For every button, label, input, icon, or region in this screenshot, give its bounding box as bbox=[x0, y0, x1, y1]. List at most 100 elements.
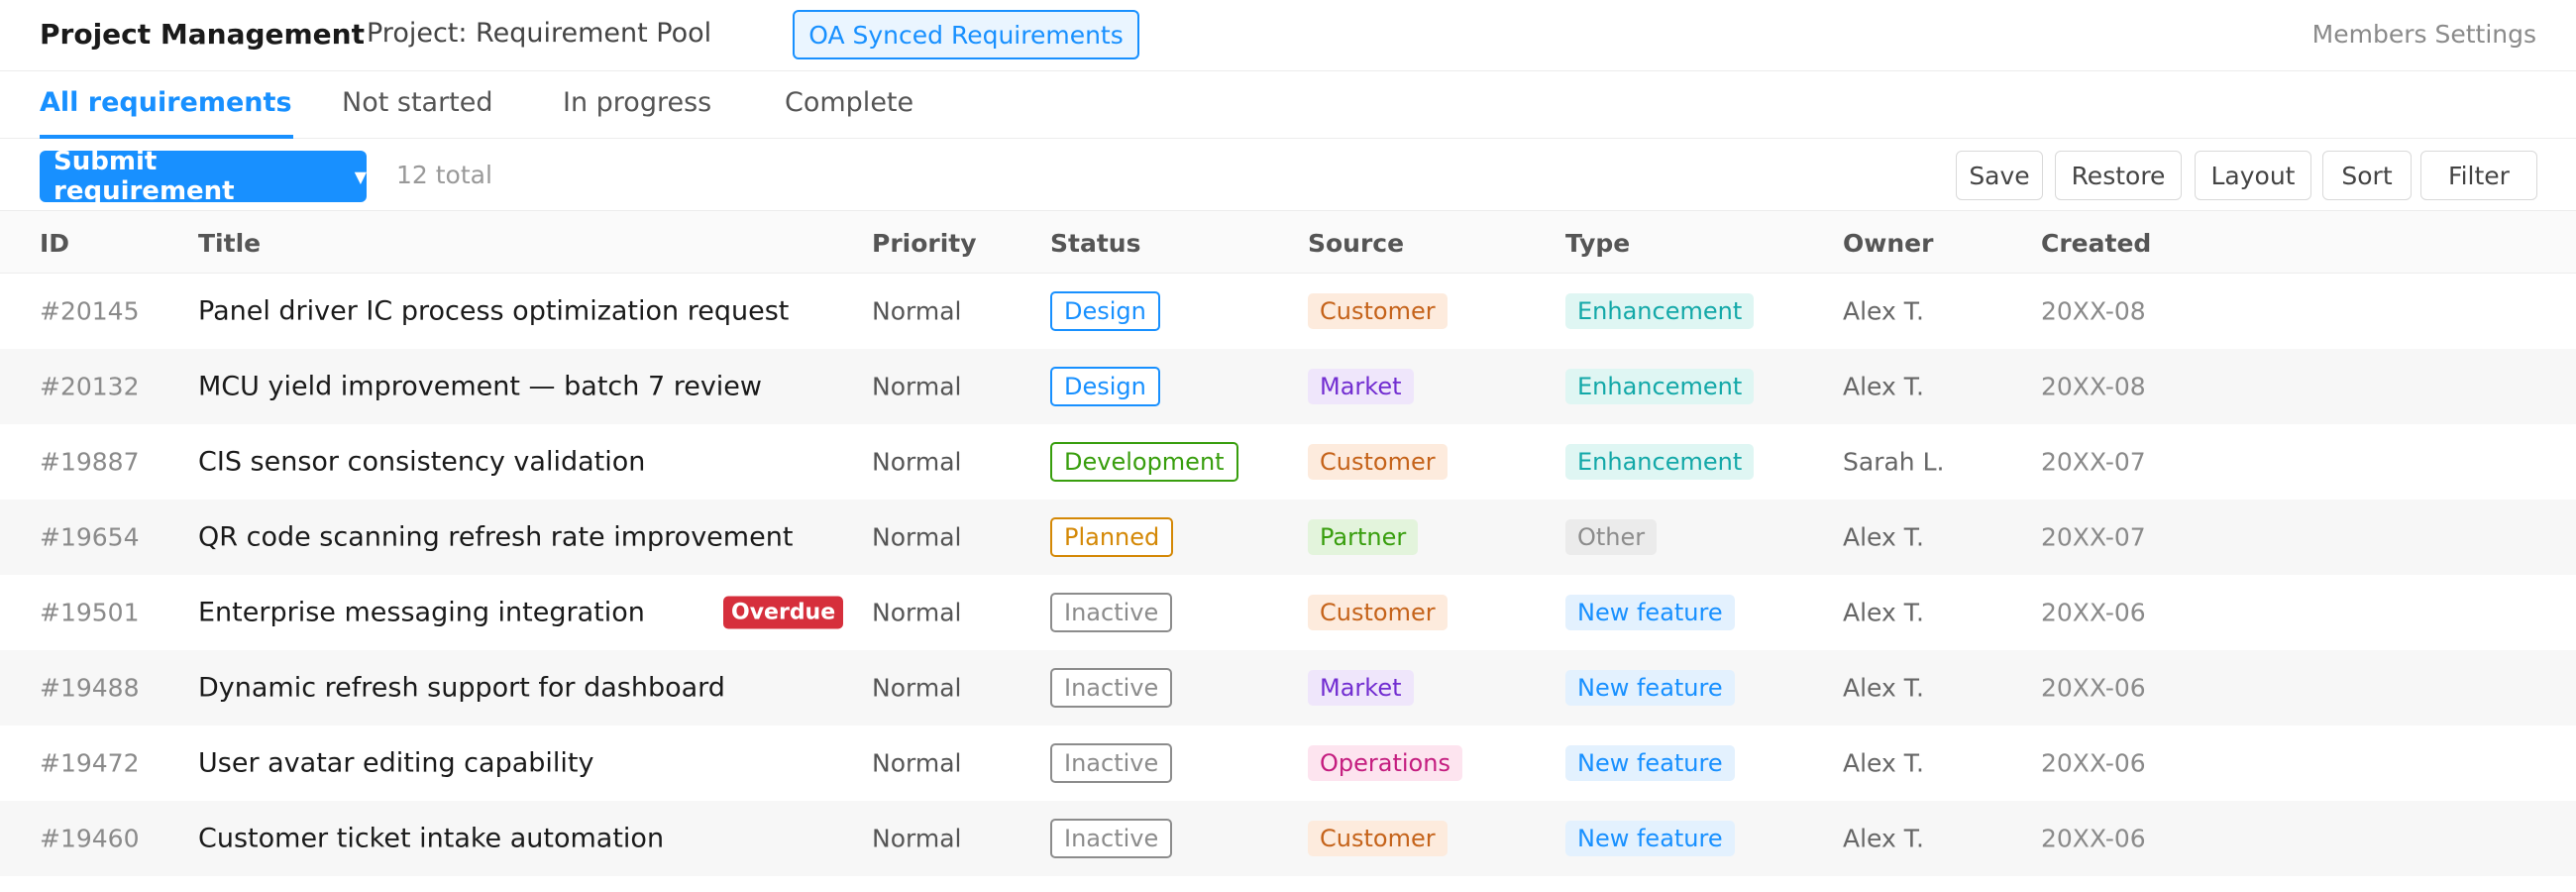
priority-value: Normal bbox=[872, 824, 962, 853]
top-header: Project Management Project: Requirement … bbox=[0, 0, 2576, 71]
status-tag[interactable]: Inactive bbox=[1050, 819, 1173, 858]
requirement-title[interactable]: MCU yield improvement — batch 7 review bbox=[198, 372, 762, 402]
toolbar: Submit requirement ▼ 12 total Save Resto… bbox=[0, 139, 2576, 210]
status-tag[interactable]: Development bbox=[1050, 442, 1238, 482]
restore-button[interactable]: Restore bbox=[2055, 151, 2182, 200]
source-tag: Market bbox=[1308, 369, 1414, 404]
requirement-id[interactable]: #19887 bbox=[40, 448, 139, 477]
column-header-source[interactable]: Source bbox=[1308, 229, 1404, 258]
priority-value: Normal bbox=[872, 598, 962, 627]
requirement-id[interactable]: #19654 bbox=[40, 523, 139, 552]
owner-name[interactable]: Alex T. bbox=[1843, 749, 1924, 778]
type-tag: New feature bbox=[1565, 595, 1735, 630]
requirement-title[interactable]: Dynamic refresh support for dashboard bbox=[198, 673, 725, 704]
priority-value: Normal bbox=[872, 296, 962, 326]
caret-down-icon: ▼ bbox=[354, 167, 367, 186]
overdue-badge: Overdue bbox=[723, 596, 844, 629]
column-header-owner[interactable]: Owner bbox=[1843, 229, 1933, 258]
column-header-title[interactable]: Title bbox=[198, 229, 261, 258]
type-tag: Other bbox=[1565, 519, 1658, 555]
tab-complete[interactable]: Complete bbox=[785, 87, 913, 118]
type-tag: New feature bbox=[1565, 821, 1735, 856]
created-date: 20XX-06 bbox=[2041, 748, 2146, 778]
requirement-title[interactable]: Enterprise messaging integration bbox=[198, 598, 645, 628]
column-header-status[interactable]: Status bbox=[1050, 229, 1140, 258]
requirement-title[interactable]: User avatar editing capability bbox=[198, 748, 593, 779]
requirement-id[interactable]: #20145 bbox=[40, 297, 139, 326]
created-date: 20XX-08 bbox=[2041, 372, 2146, 401]
requirement-title[interactable]: CIS sensor consistency validation bbox=[198, 447, 645, 478]
layout-button[interactable]: Layout bbox=[2195, 151, 2311, 200]
owner-name[interactable]: Alex T. bbox=[1843, 297, 1924, 326]
status-tabs: All requirements Not started In progress… bbox=[0, 71, 2576, 139]
requirement-id[interactable]: #19501 bbox=[40, 599, 139, 627]
owner-name[interactable]: Alex T. bbox=[1843, 674, 1924, 703]
owner-name[interactable]: Alex T. bbox=[1843, 523, 1924, 552]
created-date: 20XX-06 bbox=[2041, 598, 2146, 627]
status-tag[interactable]: Inactive bbox=[1050, 743, 1173, 783]
requirement-id[interactable]: #19488 bbox=[40, 674, 139, 703]
created-date: 20XX-07 bbox=[2041, 447, 2146, 477]
priority-value: Normal bbox=[872, 673, 962, 703]
created-date: 20XX-08 bbox=[2041, 296, 2146, 326]
source-tag: Operations bbox=[1308, 745, 1462, 781]
owner-name[interactable]: Alex T. bbox=[1843, 825, 1924, 853]
requirement-title[interactable]: QR code scanning refresh rate improvemen… bbox=[198, 522, 793, 553]
table-row[interactable]: #19501 Enterprise messaging integration Ov… bbox=[0, 575, 2576, 650]
source-tag: Market bbox=[1308, 670, 1414, 706]
submit-requirement-label: Submit requirement bbox=[54, 147, 235, 206]
oa-synced-requirements-button[interactable]: OA Synced Requirements bbox=[793, 10, 1139, 59]
status-tag[interactable]: Design bbox=[1050, 291, 1160, 331]
header-right-links: Members Settings bbox=[2312, 20, 2536, 49]
submit-requirement-button[interactable]: Submit requirement ▼ bbox=[40, 147, 367, 206]
source-tag: Customer bbox=[1308, 821, 1448, 856]
requirement-id[interactable]: #20132 bbox=[40, 373, 139, 401]
created-date: 20XX-06 bbox=[2041, 673, 2146, 703]
tab-not-started[interactable]: Not started bbox=[342, 87, 493, 118]
type-tag: New feature bbox=[1565, 670, 1735, 706]
save-button[interactable]: Save bbox=[1956, 151, 2043, 200]
total-count: 12 total bbox=[396, 161, 492, 189]
project-name[interactable]: Project: Requirement Pool bbox=[367, 18, 711, 49]
type-tag: Enhancement bbox=[1565, 444, 1755, 480]
members-settings-link[interactable]: Members Settings bbox=[2312, 20, 2536, 49]
created-date: 20XX-06 bbox=[2041, 824, 2146, 853]
requirement-title[interactable]: Customer ticket intake automation bbox=[198, 824, 664, 854]
source-tag: Customer bbox=[1308, 293, 1448, 329]
source-tag: Customer bbox=[1308, 595, 1448, 630]
requirement-id[interactable]: #19460 bbox=[40, 825, 139, 853]
sort-button[interactable]: Sort bbox=[2322, 151, 2412, 200]
type-tag: Enhancement bbox=[1565, 369, 1755, 404]
priority-value: Normal bbox=[872, 372, 962, 401]
owner-name[interactable]: Alex T. bbox=[1843, 599, 1924, 627]
requirement-id[interactable]: #19472 bbox=[40, 749, 139, 778]
status-tag[interactable]: Planned bbox=[1050, 517, 1174, 557]
owner-name[interactable]: Alex T. bbox=[1843, 373, 1924, 401]
status-tag[interactable]: Inactive bbox=[1050, 593, 1173, 632]
filter-button[interactable]: Filter bbox=[2420, 151, 2537, 200]
priority-value: Normal bbox=[872, 447, 962, 477]
column-header-created[interactable]: Created bbox=[2041, 229, 2151, 258]
requirement-title[interactable]: Panel driver IC process optimization req… bbox=[198, 296, 789, 327]
priority-value: Normal bbox=[872, 522, 962, 552]
column-header-id[interactable]: ID bbox=[40, 229, 69, 258]
app-title: Project Management bbox=[40, 18, 365, 51]
table-row[interactable]: #19460 Customer ticket intake automation N… bbox=[0, 801, 2576, 876]
status-tag[interactable]: Design bbox=[1050, 367, 1160, 406]
tab-in-progress[interactable]: In progress bbox=[563, 87, 711, 118]
table-row[interactable]: #19654 QR code scanning refresh rate impr… bbox=[0, 500, 2576, 575]
owner-name[interactable]: Sarah L. bbox=[1843, 448, 1944, 477]
created-date: 20XX-07 bbox=[2041, 522, 2146, 552]
table-row[interactable]: #19887 CIS sensor consistency validation N… bbox=[0, 424, 2576, 500]
table-row[interactable]: #19488 Dynamic refresh support for dashbo… bbox=[0, 650, 2576, 725]
source-tag: Customer bbox=[1308, 444, 1448, 480]
status-tag[interactable]: Inactive bbox=[1050, 668, 1173, 708]
column-header-priority[interactable]: Priority bbox=[872, 229, 977, 258]
column-header-type[interactable]: Type bbox=[1565, 229, 1630, 258]
tab-all-requirements[interactable]: All requirements bbox=[40, 87, 292, 118]
type-tag: Enhancement bbox=[1565, 293, 1755, 329]
table-header: ID Title Priority Status Source Type Own… bbox=[0, 210, 2576, 274]
table-row[interactable]: #19472 User avatar editing capability Norm… bbox=[0, 725, 2576, 801]
table-row[interactable]: #20145 Panel driver IC process optimizati… bbox=[0, 274, 2576, 349]
table-row[interactable]: #20132 MCU yield improvement — batch 7 re… bbox=[0, 349, 2576, 424]
